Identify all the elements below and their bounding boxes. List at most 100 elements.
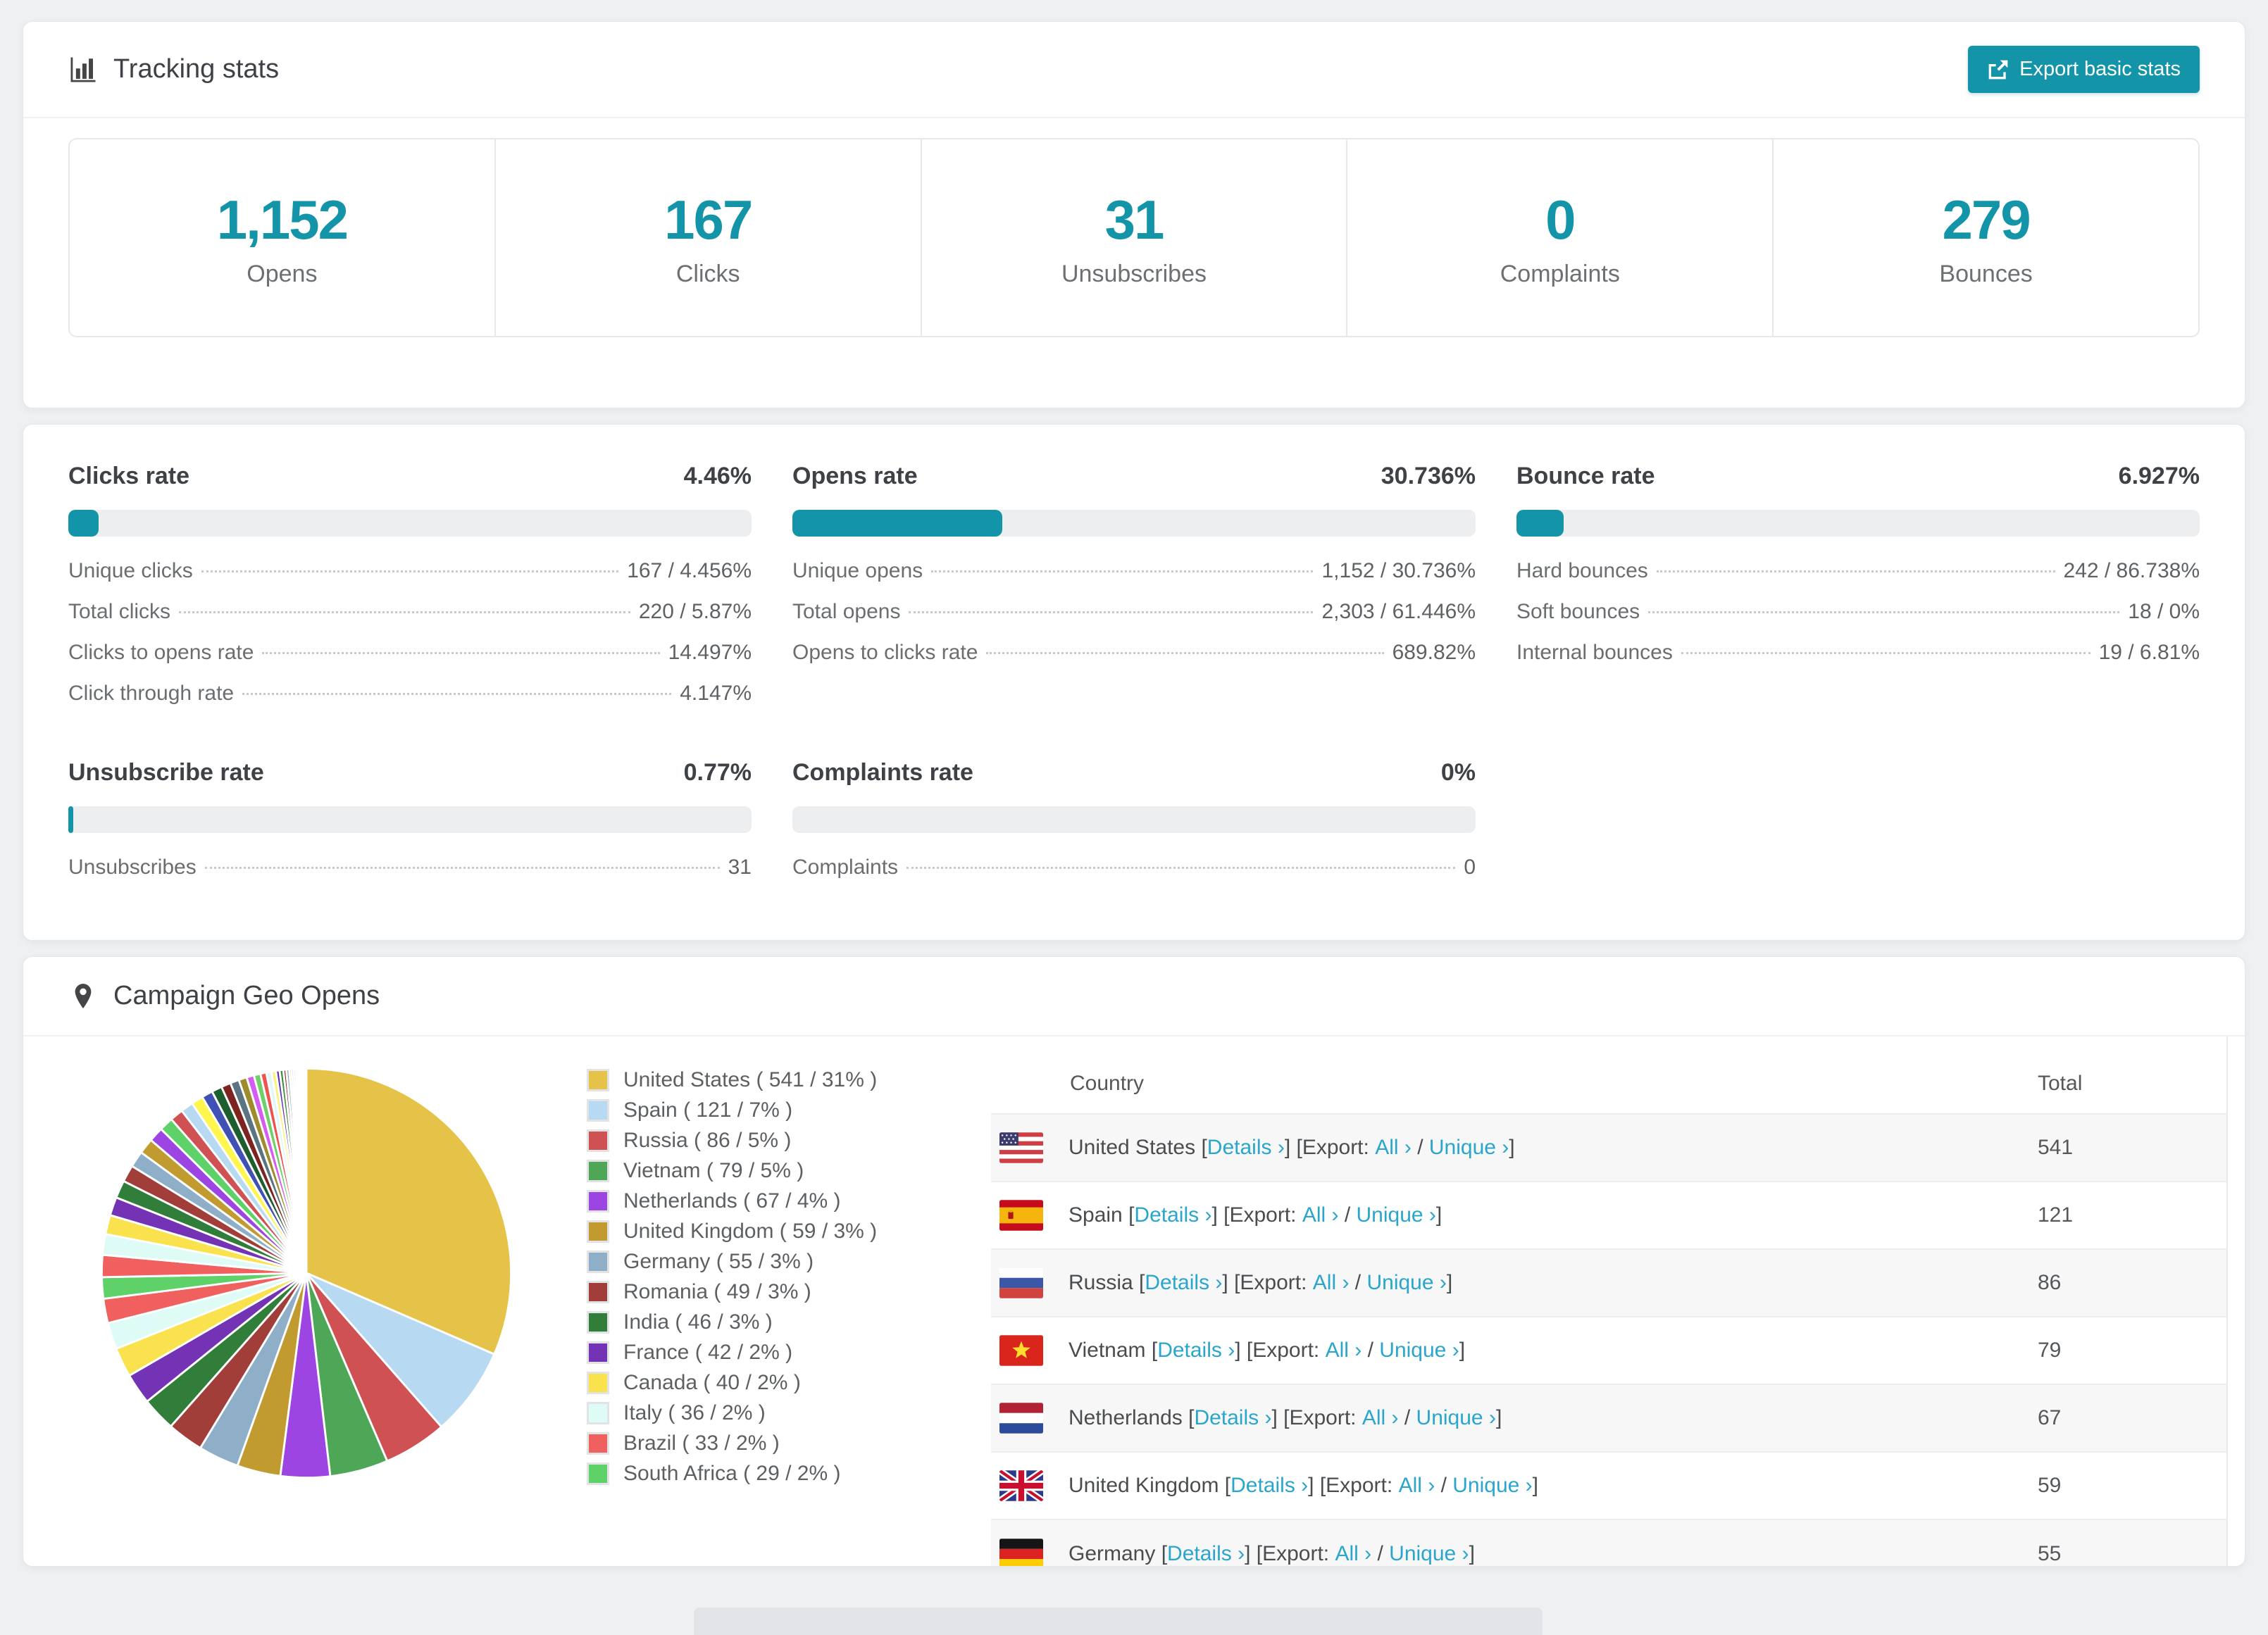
stat-summary-row: 1,152 Opens 167 Clicks 31 Unsubscribes 0… xyxy=(68,138,2200,337)
rate-row-label: Clicks to opens rate xyxy=(68,641,254,664)
rate-row-value: 31 xyxy=(728,856,752,879)
details-link[interactable]: Details › xyxy=(1145,1271,1222,1295)
dotted-leader xyxy=(909,611,1314,613)
details-link[interactable]: Details › xyxy=(1167,1542,1245,1566)
clicks-rate-block: Clicks rate 4.46% Unique clicks 167 / 4.… xyxy=(68,458,752,722)
details-link[interactable]: Details › xyxy=(1134,1203,1211,1227)
geo-table-header-row: Country Total xyxy=(991,1053,2226,1114)
dotted-leader xyxy=(262,652,660,654)
export-unique-link[interactable]: Unique › xyxy=(1357,1203,1436,1227)
export-unique-link[interactable]: Unique › xyxy=(1429,1136,1509,1160)
export-all-link[interactable]: All › xyxy=(1399,1474,1435,1498)
details-link[interactable]: Details › xyxy=(1207,1136,1285,1160)
unsubscribe-rate-block: Unsubscribe rate 0.77% Unsubscribes 31 xyxy=(68,755,752,896)
country-name: Russia xyxy=(1068,1271,1133,1294)
rate-row-label: Complaints xyxy=(792,856,899,879)
export-unique-link[interactable]: Unique › xyxy=(1389,1542,1469,1566)
bar-chart-icon xyxy=(70,57,96,82)
rate-detail-row: Unique opens 1,152 / 30.736% xyxy=(792,559,1476,600)
export-all-link[interactable]: All › xyxy=(1335,1542,1371,1566)
opens-rate-rows: Unique opens 1,152 / 30.736% Total opens… xyxy=(792,559,1476,682)
rates-card: Clicks rate 4.46% Unique clicks 167 / 4.… xyxy=(23,424,2245,941)
tracking-stats-header: Tracking stats Export basic stats xyxy=(23,22,2245,118)
legend-label: Spain ( 121 / 7% ) xyxy=(623,1098,793,1122)
stat-label: Unsubscribes xyxy=(1061,260,1207,287)
details-link[interactable]: Details › xyxy=(1157,1339,1235,1362)
rate-detail-row: Opens to clicks rate 689.82% xyxy=(792,641,1476,682)
stat-box-unsubscribes: 31 Unsubscribes xyxy=(920,139,1347,336)
country-total: 541 xyxy=(2038,1113,2226,1182)
complaints-rate-block: Complaints rate 0% Complaints 0 xyxy=(792,755,1476,896)
bounce-rate-title: Bounce rate xyxy=(1516,463,1655,489)
export-basic-stats-button[interactable]: Export basic stats xyxy=(1968,46,2200,93)
page-title: Tracking stats xyxy=(113,54,280,84)
geo-table-row-us: United States [Details ›] [Export: All ›… xyxy=(991,1113,2226,1182)
complaints-rate-value: 0% xyxy=(1440,759,1476,786)
geo-table-row-es: Spain [Details ›] [Export: All › / Uniqu… xyxy=(991,1181,2226,1249)
export-unique-link[interactable]: Unique › xyxy=(1379,1339,1459,1362)
country-name: United States xyxy=(1068,1136,1196,1159)
complaints-rate-rows: Complaints 0 xyxy=(792,856,1476,896)
legend-swatch xyxy=(587,1159,609,1182)
complaints-rate-bar xyxy=(792,806,1476,833)
geo-pie-legend: United States ( 541 / 31% ) Spain ( 121 … xyxy=(561,1036,991,1489)
tracking-stats-title-row: Tracking stats xyxy=(68,54,279,84)
rate-detail-row: Clicks to opens rate 14.497% xyxy=(68,641,752,682)
rate-row-value: 242 / 86.738% xyxy=(2063,559,2200,582)
export-all-link[interactable]: All › xyxy=(1326,1339,1362,1362)
export-all-link[interactable]: All › xyxy=(1313,1271,1350,1295)
geo-pie-chart xyxy=(68,1036,561,1491)
bounce-rate-bar-fill xyxy=(1516,510,1564,537)
stat-label: Opens xyxy=(247,260,318,287)
bottom-band xyxy=(694,1608,1543,1635)
export-unique-link[interactable]: Unique › xyxy=(1452,1474,1532,1498)
legend-label: Germany ( 55 / 3% ) xyxy=(623,1249,814,1273)
legend-label: Vietnam ( 79 / 5% ) xyxy=(623,1158,804,1182)
legend-item: Germany ( 55 / 3% ) xyxy=(587,1246,991,1277)
stat-box-complaints: 0 Complaints xyxy=(1346,139,1772,336)
export-all-link[interactable]: All › xyxy=(1302,1203,1339,1227)
rate-row-label: Total opens xyxy=(792,600,901,623)
rate-row-label: Soft bounces xyxy=(1516,600,1640,623)
rate-detail-row: Internal bounces 19 / 6.81% xyxy=(1516,641,2200,682)
country-name: Vietnam xyxy=(1068,1339,1146,1362)
legend-item: Vietnam ( 79 / 5% ) xyxy=(587,1155,991,1186)
export-all-link[interactable]: All › xyxy=(1362,1406,1399,1430)
dotted-leader xyxy=(242,693,672,695)
export-all-link[interactable]: All › xyxy=(1375,1136,1412,1160)
country-name: United Kingdom xyxy=(1068,1474,1219,1497)
legend-swatch xyxy=(587,1068,609,1091)
export-unique-link[interactable]: Unique › xyxy=(1366,1271,1446,1295)
country-column-header: Country xyxy=(1070,1071,1145,1095)
legend-label: Netherlands ( 67 / 4% ) xyxy=(623,1189,841,1213)
legend-item: Italy ( 36 / 2% ) xyxy=(587,1398,991,1428)
dotted-leader xyxy=(201,570,619,572)
country-total: 79 xyxy=(2038,1316,2226,1384)
rate-row-value: 167 / 4.456% xyxy=(627,559,752,582)
export-unique-link[interactable]: Unique › xyxy=(1416,1406,1496,1430)
legend-label: India ( 46 / 3% ) xyxy=(623,1310,773,1334)
rates-row-1: Clicks rate 4.46% Unique clicks 167 / 4.… xyxy=(68,458,2200,722)
legend-swatch xyxy=(587,1432,609,1455)
bounce-rate-bar xyxy=(1516,510,2200,537)
legend-swatch xyxy=(587,1371,609,1394)
legend-label: Italy ( 36 / 2% ) xyxy=(623,1401,766,1424)
legend-item: South Africa ( 29 / 2% ) xyxy=(587,1458,991,1489)
country-name: Germany xyxy=(1068,1541,1156,1565)
country-name: Netherlands xyxy=(1068,1406,1183,1429)
opens-rate-bar-fill xyxy=(792,510,1003,537)
details-link[interactable]: Details › xyxy=(1230,1474,1308,1498)
geo-opens-header: Campaign Geo Opens xyxy=(23,957,2245,1036)
opens-rate-bar xyxy=(792,510,1476,537)
legend-label: France ( 42 / 2% ) xyxy=(623,1340,793,1364)
country-total: 121 xyxy=(2038,1181,2226,1249)
country-total: 55 xyxy=(2038,1519,2226,1566)
geo-table-row-nl: Netherlands [Details ›] [Export: All › /… xyxy=(991,1384,2226,1452)
legend-swatch xyxy=(587,1462,609,1485)
opens-rate-block: Opens rate 30.736% Unique opens 1,152 / … xyxy=(792,458,1476,722)
legend-item: United States ( 541 / 31% ) xyxy=(587,1065,991,1095)
legend-label: South Africa ( 29 / 2% ) xyxy=(623,1461,841,1485)
bounce-rate-rows: Hard bounces 242 / 86.738% Soft bounces … xyxy=(1516,559,2200,682)
details-link[interactable]: Details › xyxy=(1194,1406,1271,1430)
dotted-leader xyxy=(931,570,1314,572)
